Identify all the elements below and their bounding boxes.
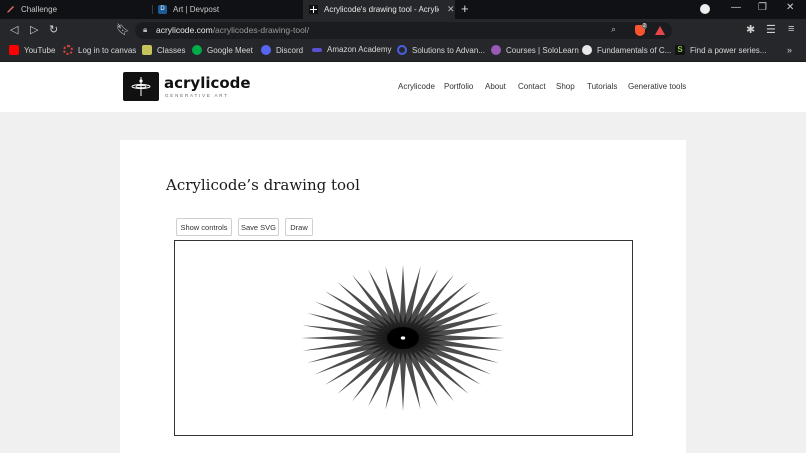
extensions-icon[interactable]: ✱ (746, 23, 755, 36)
bookmark-label: Solutions to Advan... (412, 45, 485, 55)
restore-icon[interactable]: ❐ (758, 2, 767, 13)
nav-portfolio[interactable]: Portfolio (444, 82, 473, 91)
starburst-center (400, 336, 406, 340)
reload-icon[interactable]: ↻ (49, 23, 58, 36)
sololearn-icon (491, 45, 501, 55)
tab-label: Art | Devpost (173, 5, 220, 14)
draw-button[interactable]: Draw (285, 218, 313, 236)
tab-label: Acrylicode's drawing tool - Acrylic (324, 5, 439, 14)
address-bar[interactable]: 🔒︎ acrylicode.com/acrylicodes-drawing-to… (135, 22, 672, 39)
discord-icon (261, 45, 271, 55)
pencil-icon (6, 5, 15, 14)
bookmark-label: Log in to canvas (78, 45, 137, 55)
bookmarks-bar: YouTube Log in to canvas Classes Google … (0, 42, 806, 62)
search-icon[interactable]: ⌕ (611, 24, 616, 35)
bookmark-label: YouTube (24, 45, 56, 55)
bookmark-power-series[interactable]: S Find a power series... (675, 45, 766, 55)
forward-icon[interactable]: ▷ (30, 23, 38, 36)
shields-count-badge: 2 (642, 23, 647, 29)
url-text: acrylicode.com/acrylicodes-drawing-tool/ (156, 25, 310, 35)
bookmark-google-meet[interactable]: Google Meet (192, 45, 253, 55)
menu-icon[interactable]: ≡ (788, 23, 794, 35)
show-controls-button[interactable]: Show controls (176, 218, 232, 236)
bookmark-label: Classes (157, 45, 186, 55)
bookmark-label: Fundamentals of C... (597, 45, 672, 55)
amazon-academy-icon (312, 47, 322, 52)
save-svg-button[interactable]: Save SVG (238, 218, 279, 236)
tab-strip: Challenge D Art | Devpost Acrylicode's d… (0, 0, 806, 19)
acrylicode-icon (309, 5, 318, 14)
nav-contact[interactable]: Contact (518, 82, 546, 91)
bookmark-label: Google Meet (207, 45, 253, 55)
nav-acrylicode[interactable]: Acrylicode (398, 82, 435, 91)
starburst-artwork (301, 265, 505, 411)
bookmark-discord[interactable]: Discord (261, 45, 303, 55)
bookmark-solutions[interactable]: Solutions to Advan... (397, 45, 485, 55)
bookmark-canvas[interactable]: Log in to canvas (63, 45, 136, 55)
classroom-icon (142, 45, 152, 55)
bookmark-label: Discord (276, 45, 304, 55)
tab-challenge[interactable]: Challenge (6, 0, 146, 19)
back-icon[interactable]: ◁ (10, 23, 18, 36)
nav-about[interactable]: About (485, 82, 506, 91)
logo-wordmark[interactable]: acrylicode (164, 74, 251, 92)
site-header: acrylicode GENERATIVE ART Acrylicode Por… (0, 62, 806, 112)
tab-acrylicode[interactable]: Acrylicode's drawing tool - Acrylic ✕ (303, 0, 455, 19)
tab-label: Challenge (21, 5, 58, 14)
minimize-icon[interactable]: — (731, 2, 741, 13)
bookmark-fundamentals[interactable]: Fundamentals of C... (582, 45, 671, 55)
close-tab-icon[interactable]: ✕ (447, 4, 455, 15)
more-bookmarks-icon[interactable]: » (787, 45, 792, 55)
navigation-bar: ◁ ▷ ↻ 🔖︎ 🔒︎ acrylicode.com/acrylicodes-d… (0, 19, 806, 42)
bookmark-classes[interactable]: Classes (142, 45, 185, 55)
youtube-icon (9, 45, 19, 55)
bookmark-label: Find a power series... (690, 45, 767, 55)
bookmark-label: Amazon Academy (327, 45, 392, 54)
acrylicode-logo-icon[interactable] (123, 72, 159, 101)
page-title: Acrylicode’s drawing tool (166, 176, 360, 194)
lock-icon: 🔒︎ (143, 25, 148, 34)
bookmark-youtube[interactable]: YouTube (9, 45, 55, 55)
google-meet-icon (192, 45, 202, 55)
tab-devpost[interactable]: D Art | Devpost (158, 0, 298, 19)
bookmark-label: Courses | SoloLearn (506, 45, 579, 55)
playlist-icon[interactable]: ☰ (766, 23, 776, 36)
drawing-canvas[interactable] (174, 240, 633, 436)
tab-divider (152, 5, 153, 14)
symbolab-icon: S (675, 45, 685, 55)
logo-tagline: GENERATIVE ART (165, 93, 229, 98)
new-tab-icon[interactable]: + (461, 1, 469, 16)
close-window-icon[interactable]: ✕ (786, 2, 794, 13)
devpost-icon: D (158, 5, 167, 14)
canvas-icon (63, 45, 73, 55)
nav-shop[interactable]: Shop (556, 82, 575, 91)
bookmark-sololearn[interactable]: Courses | SoloLearn (491, 45, 579, 55)
bookmark-amazon-academy[interactable]: Amazon Academy (312, 45, 391, 54)
nav-generative-tools[interactable]: Generative tools (628, 82, 686, 91)
profile-icon[interactable] (700, 4, 710, 14)
bookmark-icon[interactable]: 🔖︎ (116, 23, 130, 36)
brave-rewards-icon[interactable] (655, 26, 665, 35)
nav-tutorials[interactable]: Tutorials (587, 82, 617, 91)
fundamentals-icon (582, 45, 592, 55)
solutions-icon (397, 45, 407, 55)
